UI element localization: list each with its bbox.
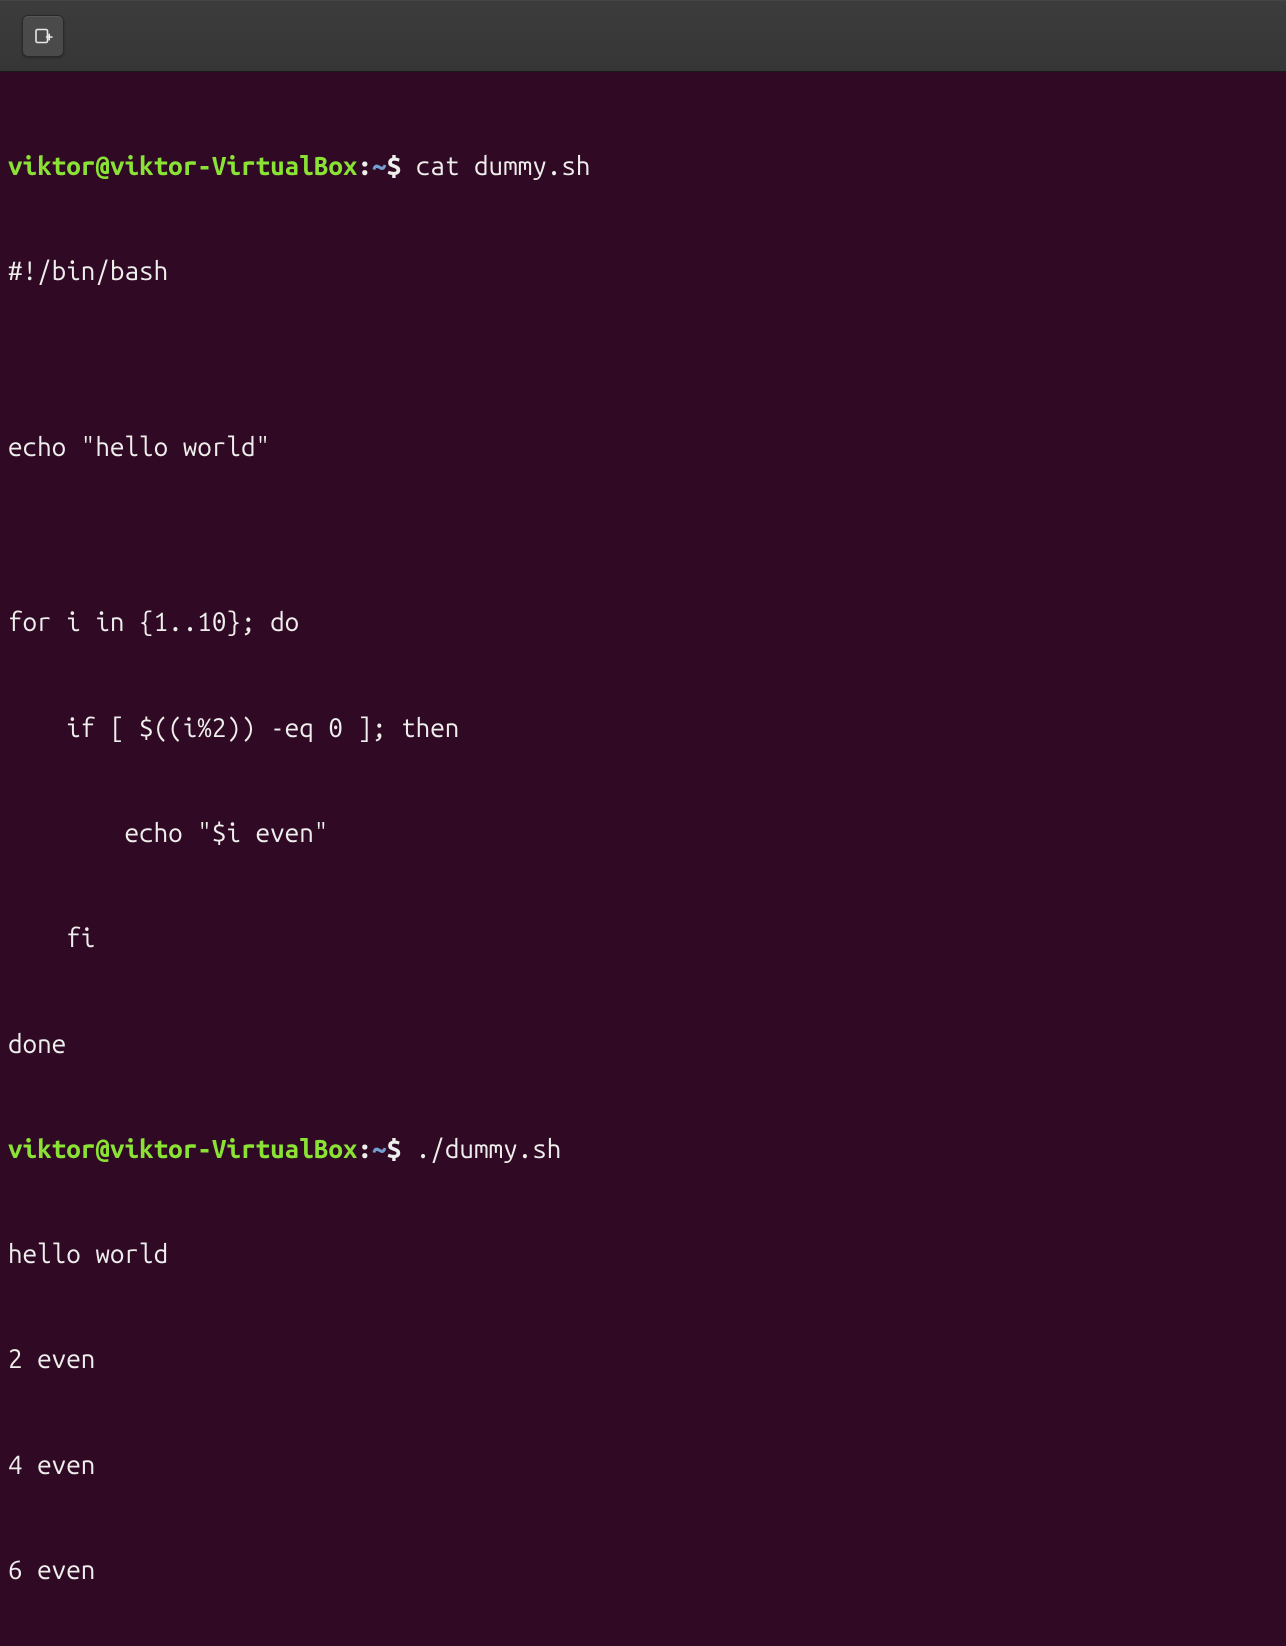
terminal-area[interactable]: viktor@viktor-VirtualBox:~$ cat dummy.sh… <box>0 72 1286 1646</box>
output-line: 2 even <box>8 1341 1278 1376</box>
output-line: echo "hello world" <box>8 429 1278 464</box>
prompt-colon: : <box>357 151 372 180</box>
prompt-dollar: $ <box>387 1134 402 1163</box>
titlebar <box>0 0 1286 72</box>
output-line: echo "$i even" <box>8 815 1278 850</box>
command-2: ./dummy.sh <box>416 1134 562 1163</box>
prompt-user: viktor <box>8 151 95 180</box>
new-tab-icon <box>33 26 53 46</box>
prompt-line-2: viktor@viktor-VirtualBox:~$ ./dummy.sh <box>8 1131 1278 1166</box>
output-line: 6 even <box>8 1552 1278 1587</box>
output-line: for i in {1..10}; do <box>8 604 1278 639</box>
output-line: fi <box>8 920 1278 955</box>
output-line: if [ $((i%2)) -eq 0 ]; then <box>8 710 1278 745</box>
prompt-user: viktor <box>8 1134 95 1163</box>
prompt-at: @ <box>95 1134 110 1163</box>
command-1: cat dummy.sh <box>416 151 591 180</box>
output-line: 4 even <box>8 1447 1278 1482</box>
prompt-at: @ <box>95 151 110 180</box>
prompt-line-1: viktor@viktor-VirtualBox:~$ cat dummy.sh <box>8 148 1278 183</box>
prompt-host: viktor-VirtualBox <box>110 151 358 180</box>
prompt-colon: : <box>357 1134 372 1163</box>
prompt-host: viktor-VirtualBox <box>110 1134 358 1163</box>
output-line: done <box>8 1026 1278 1061</box>
prompt-path: ~ <box>372 151 387 180</box>
output-line: hello world <box>8 1236 1278 1271</box>
output-line: #!/bin/bash <box>8 253 1278 288</box>
prompt-path: ~ <box>372 1134 387 1163</box>
new-tab-button[interactable] <box>22 15 64 57</box>
prompt-dollar: $ <box>387 151 402 180</box>
